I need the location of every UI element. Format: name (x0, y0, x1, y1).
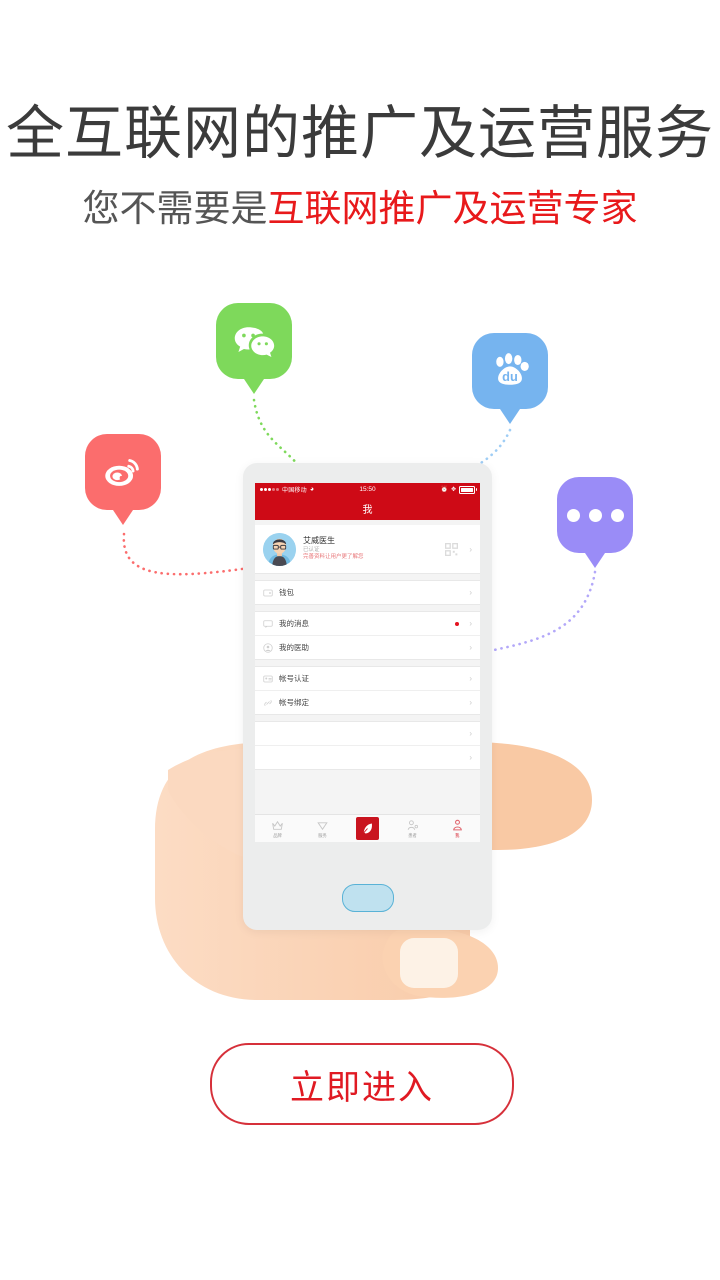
chevron-right-icon: › (469, 729, 472, 738)
chevron-right-icon: › (469, 674, 472, 683)
baidu-icon: du (496, 353, 529, 385)
profile-row[interactable]: 艾威医生 已认证 完善资料让用户更了解您 › (255, 525, 480, 574)
link-icon (264, 699, 272, 706)
profile-tip: 完善资料让用户更了解您 (303, 554, 364, 561)
tab-me[interactable]: 我 (435, 815, 480, 842)
tab-compose[interactable] (345, 815, 390, 842)
tab-label: 品牌 (273, 832, 282, 838)
menu-row-verify[interactable]: 帐号认证 › (255, 667, 480, 691)
bubble-tail (242, 376, 266, 394)
enter-button-label: 立即进入 (290, 1068, 434, 1107)
tab-bar: 品牌 服务 患者 我 (255, 814, 480, 842)
menu-row-obscured[interactable]: › (255, 722, 480, 746)
tab-service[interactable]: 服务 (300, 815, 345, 842)
chevron-right-icon: › (469, 643, 472, 652)
menu-group: › › (255, 721, 480, 770)
menu-group: 我的消息 › 我的医助 › (255, 611, 480, 660)
promo-page: 全互联网的推广及运营服务 您不需要是互联网推广及运营专家 中国移动 ◕ 15:5… (0, 0, 720, 1280)
baidu-wordmark: du (502, 369, 518, 384)
alarm-icon: ⏰ (440, 487, 448, 493)
menu-label: 钱包 (279, 588, 294, 597)
chevron-right-icon: › (469, 544, 472, 554)
nav-bar: 我 (255, 496, 480, 520)
assistant-icon (263, 642, 273, 653)
menu-row-obscured[interactable]: › (255, 746, 480, 769)
menu-label: 帐号绑定 (279, 698, 309, 707)
tab-patients[interactable]: 患者 (390, 815, 435, 842)
patient-icon (407, 819, 418, 830)
chevron-right-icon: › (469, 588, 472, 597)
qrcode-icon[interactable] (445, 542, 459, 556)
wallet-icon (263, 589, 273, 596)
weibo-icon (105, 459, 139, 486)
menu-row-wallet[interactable]: 钱包 › (255, 581, 480, 604)
tab-brand[interactable]: 品牌 (255, 815, 300, 842)
id-card-icon (263, 675, 273, 682)
bubble-tail (583, 550, 607, 568)
menu-group: 钱包 › (255, 580, 480, 605)
ellipsis-icon (566, 508, 624, 522)
phone-mockup: 中国移动 ◕ 15:50 ⏰ ✥ 我 艾威医生 已认证 完善资料让用户更了解您 … (243, 463, 492, 930)
chevron-right-icon: › (469, 619, 472, 628)
crown-icon (272, 820, 283, 830)
chevron-right-icon: › (469, 753, 472, 762)
avatar (263, 532, 296, 566)
menu-row-assistant[interactable]: 我的医助 › (255, 636, 480, 659)
bubble-baidu[interactable]: du (472, 333, 548, 424)
unread-badge (455, 621, 460, 626)
tab-label: 患者 (408, 832, 417, 838)
bluetooth-icon: ✥ (450, 487, 456, 493)
wechat-icon (234, 327, 275, 358)
menu-group: 帐号认证 › 帐号绑定 › (255, 666, 480, 715)
enter-button[interactable]: 立即进入 (210, 1043, 514, 1125)
menu-label: 帐号认证 (279, 674, 309, 683)
menu-row-binding[interactable]: 帐号绑定 › (255, 691, 480, 714)
status-bar: 中国移动 ◕ 15:50 ⏰ ✥ (255, 483, 480, 496)
heart-icon (317, 821, 328, 830)
battery-icon (459, 485, 477, 494)
menu-label: 我的消息 (279, 619, 309, 628)
message-icon (263, 619, 273, 628)
bubble-tail (111, 507, 135, 525)
tab-label: 我 (455, 832, 460, 838)
bubble-more[interactable] (557, 477, 633, 568)
profile-name: 艾威医生 (303, 536, 335, 546)
nav-title: 我 (362, 504, 373, 516)
tab-label: 服务 (318, 832, 327, 838)
bubble-wechat[interactable] (216, 303, 292, 394)
bubble-tail (498, 406, 522, 424)
phone-screen: 中国移动 ◕ 15:50 ⏰ ✥ 我 艾威医生 已认证 完善资料让用户更了解您 … (255, 483, 480, 842)
bubble-weibo[interactable] (85, 434, 161, 525)
home-button[interactable] (341, 884, 394, 912)
menu-row-messages[interactable]: 我的消息 › (255, 612, 480, 636)
chevron-right-icon: › (469, 698, 472, 707)
menu-label: 我的医助 (279, 643, 309, 652)
feather-icon (356, 817, 379, 840)
user-icon (453, 819, 462, 830)
